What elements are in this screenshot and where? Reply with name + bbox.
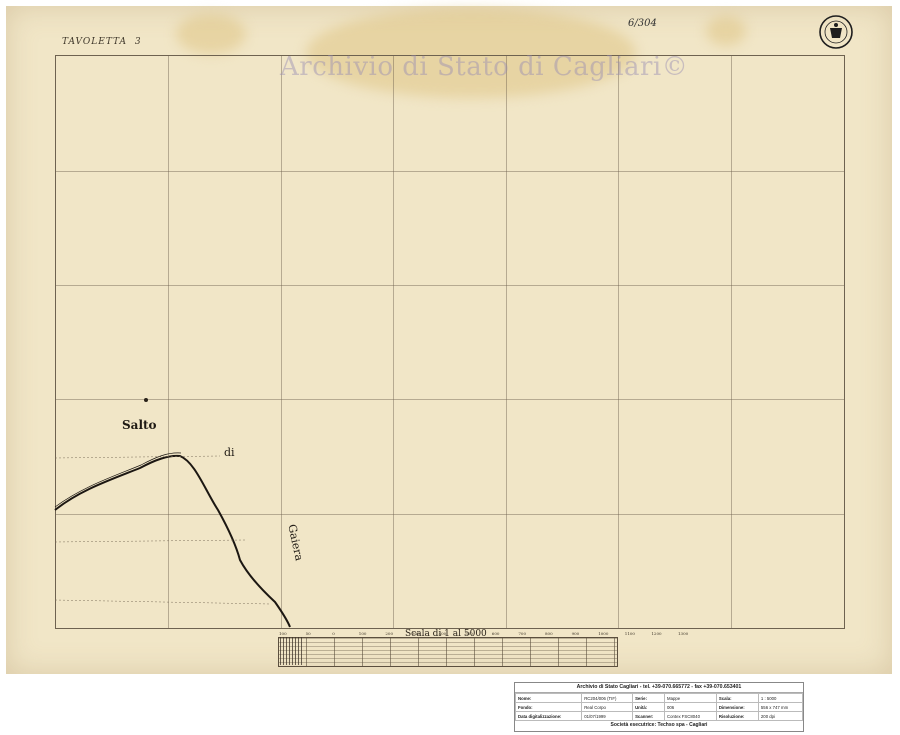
grid-line — [731, 56, 732, 628]
archive-seal-icon — [819, 15, 853, 49]
info-footer: Società esecutrice: Techso spa - Cagliar… — [610, 722, 708, 728]
info-value: 200 dpi — [757, 711, 804, 721]
place-label-di: di — [224, 446, 235, 459]
scale-tick-label: 1300 — [678, 631, 689, 636]
info-table: Nome: RC204/006 (TIF) Serie: Mappe Scala: 1 :… — [514, 693, 804, 721]
scale-bar-fine-divisions — [278, 637, 302, 665]
paper-stain — [176, 14, 246, 54]
grid-line — [56, 399, 844, 400]
archive-info-box: Archivio di Stato Cagliari - tel. +39-07… — [514, 682, 804, 732]
scale-tick-label: 1000 — [598, 631, 609, 636]
scale-bar — [278, 637, 618, 667]
sheet-title-word: TAVOLETTA — [62, 37, 128, 47]
info-value: 1 : 5000 — [757, 693, 804, 703]
sheet-title: TAVOLETTA 3 — [62, 37, 146, 47]
scale-tick-label: 400 — [438, 631, 447, 636]
info-key: Scanner: — [632, 711, 665, 721]
grid-line — [281, 56, 282, 628]
info-key: Fondo: — [514, 702, 583, 712]
info-header: Archivio di Stato Cagliari - tel. +39-07… — [515, 683, 803, 693]
info-key: Serie: — [632, 693, 665, 703]
scale-tick-label: 50 — [305, 631, 311, 636]
survey-point — [144, 398, 148, 402]
scale-tick-label: 600 — [491, 631, 500, 636]
info-key: Data digitalizzazione: — [514, 711, 583, 721]
sheet-reference: 6/304 — [628, 18, 657, 29]
archive-watermark: Archivio di Stato di Cagliari© — [280, 52, 689, 82]
scale-tick-label: 1200 — [651, 631, 662, 636]
grid-line — [56, 514, 844, 515]
info-value: Real Corpo — [581, 702, 634, 712]
scale-tick-label: 100 — [358, 631, 367, 636]
scale-tick-label: 500 — [465, 631, 473, 636]
info-row: Data digitalizzazione: 01/07/1999 Scanner:… — [514, 711, 804, 721]
paper-stain — [706, 16, 746, 46]
info-key: Unità: — [632, 702, 665, 712]
scale-tick-label: 300 — [412, 631, 420, 636]
map-frame — [55, 55, 845, 629]
info-key: Scala: — [715, 693, 759, 703]
scale-tick-label: 800 — [545, 631, 553, 636]
scale-tick-label: 1100 — [624, 631, 635, 636]
scale-tick-label: 900 — [571, 631, 580, 636]
grid-line — [56, 285, 844, 286]
grid-line — [506, 56, 507, 628]
grid-line — [393, 56, 394, 628]
scale-tick-label: 100 — [279, 631, 287, 636]
info-value: Contex FSC8040 — [664, 711, 717, 721]
info-key: Dimensione: — [715, 702, 759, 712]
scale-tick-label: 700 — [518, 631, 527, 636]
info-key: Nome: — [514, 693, 583, 703]
grid-line — [56, 171, 844, 172]
place-label-salto: Salto — [122, 418, 157, 432]
scale-tick-label: 0 — [332, 631, 335, 636]
info-value: 006 — [664, 702, 717, 712]
info-value: RC204/006 (TIF) — [581, 693, 634, 703]
info-row: Fondo: Real Corpo Unità: 006 Dimensione: 556 … — [514, 702, 804, 712]
sheet-title-number: 3 — [134, 37, 142, 47]
scale-tick-label: 200 — [385, 631, 394, 636]
info-value: 556 x 747 mm — [757, 702, 804, 712]
info-value: 01/07/1999 — [581, 711, 634, 721]
info-key: Risoluzione: — [715, 711, 759, 721]
grid-line — [168, 56, 169, 628]
grid-line — [618, 56, 619, 628]
info-row: Nome: RC204/006 (TIF) Serie: Mappe Scala: 1 :… — [514, 693, 804, 703]
info-value: Mappe — [664, 693, 717, 703]
